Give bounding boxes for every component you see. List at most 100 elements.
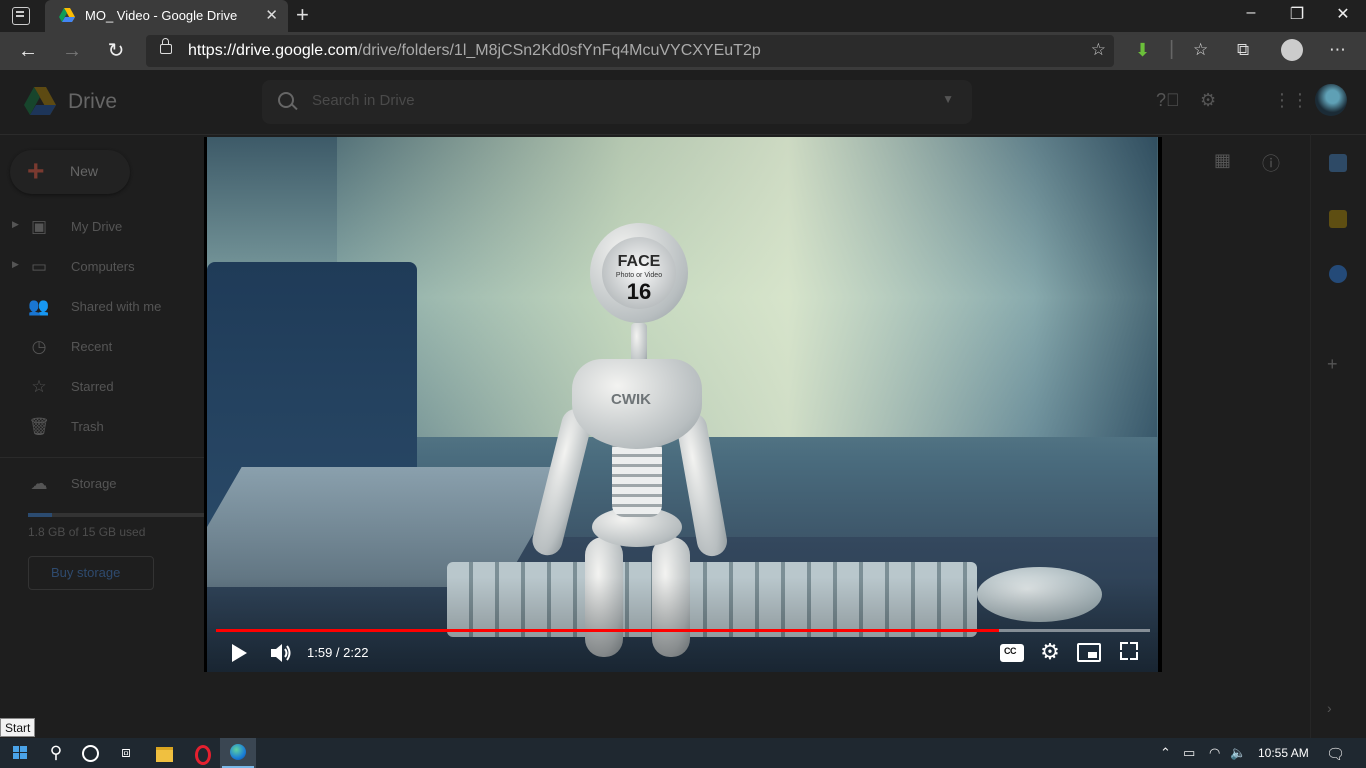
collections-icon[interactable]: ⧉ bbox=[1237, 40, 1249, 60]
url-path: /drive/folders/1l_M8jCSn2Kd0sfYnFq4McuVY… bbox=[357, 42, 761, 59]
close-window-button[interactable]: ✕ bbox=[1328, 4, 1358, 24]
taskbar-search-icon[interactable]: ⚲ bbox=[38, 738, 74, 768]
buy-storage-label: Buy storage bbox=[51, 565, 121, 580]
buy-storage-button[interactable]: Buy storage bbox=[28, 556, 154, 590]
new-button-label: New bbox=[70, 163, 99, 179]
volume-icon[interactable] bbox=[268, 640, 294, 666]
tab-actions-menu-icon[interactable] bbox=[12, 7, 30, 25]
expand-arrow-icon[interactable]: ▶ bbox=[12, 259, 19, 270]
browser-tab-bar: MO_ Video - Google Drive ✕ + – ❐ ✕ bbox=[0, 0, 1366, 32]
toolbar-divider: | bbox=[1169, 38, 1175, 60]
sidebar-item-label: Computers bbox=[71, 259, 135, 274]
new-button[interactable]: + New bbox=[10, 150, 130, 194]
favorites-icon[interactable]: ☆ bbox=[1193, 40, 1208, 60]
search-icon[interactable] bbox=[278, 92, 294, 108]
drive-app-name[interactable]: Drive bbox=[68, 90, 117, 114]
drive-search-box[interactable]: Search in Drive ▼ bbox=[262, 80, 972, 124]
url-host: https://drive.google.com bbox=[188, 42, 358, 59]
fullscreen-corner bbox=[1120, 652, 1128, 660]
robot-head-subtitle: Photo or Video bbox=[615, 272, 663, 279]
star-icon: ☆ bbox=[31, 377, 47, 396]
storage-bar-fill bbox=[28, 513, 52, 517]
restore-button[interactable]: ❐ bbox=[1282, 4, 1312, 24]
opera-icon[interactable] bbox=[184, 738, 220, 768]
calendar-icon[interactable] bbox=[1329, 154, 1347, 172]
robot-head-title: FACE bbox=[617, 253, 661, 270]
windows-taskbar: ⚲ ⧈ ⌃ ▭ ◠ 🔈 10:55 AM 🗨 bbox=[0, 738, 1366, 768]
sidebar-item-label: My Drive bbox=[71, 219, 123, 234]
robot-torso: CWIK bbox=[572, 359, 702, 449]
video-player[interactable]: CWIK FACE Photo or Video 16 1:59 / 2:22 … bbox=[204, 137, 1162, 672]
edge-icon[interactable] bbox=[220, 738, 256, 768]
storage-used-text: 1.8 GB of 15 GB used bbox=[28, 525, 146, 539]
play-icon[interactable] bbox=[228, 641, 252, 665]
grid-view-icon[interactable]: ▦ bbox=[1214, 150, 1231, 171]
new-tab-button[interactable]: + bbox=[296, 3, 309, 27]
speaker-icon[interactable]: 🔈 bbox=[1230, 745, 1246, 761]
video-settings-gear-icon[interactable]: ⚙ bbox=[1038, 640, 1062, 664]
storage-bar bbox=[28, 513, 228, 517]
drive-logo-icon[interactable] bbox=[24, 86, 56, 116]
robot-head: FACE Photo or Video 16 bbox=[590, 223, 688, 323]
drive-header: Drive Search in Drive ▼ ?⃝ ⚙ ⋮⋮⋮ bbox=[0, 70, 1366, 135]
help-icon[interactable]: ?⃝ bbox=[1156, 90, 1180, 111]
add-favorite-icon[interactable]: ☆ bbox=[1091, 40, 1106, 60]
back-arrow-icon[interactable]: ← bbox=[14, 37, 42, 65]
expand-arrow-icon[interactable]: ▶ bbox=[12, 219, 19, 230]
cortana-icon[interactable] bbox=[72, 738, 108, 768]
file-explorer-icon[interactable] bbox=[146, 738, 182, 768]
browser-tab[interactable]: MO_ Video - Google Drive ✕ bbox=[45, 0, 288, 32]
cc-icon: CC bbox=[1004, 646, 1017, 656]
fullscreen-corner bbox=[1130, 652, 1138, 660]
subtitles-cc-button[interactable]: CC bbox=[1000, 644, 1024, 662]
video-progress-bar[interactable] bbox=[216, 629, 1150, 632]
google-drive-favicon-icon bbox=[59, 8, 75, 22]
cloud-icon: ☁ bbox=[30, 474, 48, 493]
url-text[interactable]: https://drive.google.com/drive/folders/1… bbox=[188, 42, 761, 60]
settings-gear-icon[interactable]: ⚙ bbox=[1200, 90, 1216, 111]
forward-arrow-icon[interactable]: → bbox=[58, 37, 86, 65]
robot-head-number: 16 bbox=[626, 279, 652, 304]
sidebar-item-label: Shared with me bbox=[71, 299, 162, 314]
fullscreen-corner bbox=[1120, 642, 1128, 650]
more-options-icon[interactable]: ⋯ bbox=[1329, 40, 1346, 60]
clock-icon: ◷ bbox=[31, 337, 47, 356]
taskbar-clock[interactable]: 10:55 AM bbox=[1258, 746, 1309, 760]
battery-icon[interactable]: ▭ bbox=[1183, 745, 1195, 761]
sidebar-item-label: Recent bbox=[71, 339, 113, 354]
miniplayer-icon[interactable] bbox=[1077, 643, 1101, 662]
lock-icon[interactable] bbox=[160, 38, 172, 54]
browser-toolbar: ← → ↻ https://drive.google.com/drive/fol… bbox=[0, 32, 1366, 70]
search-options-icon[interactable]: ▼ bbox=[942, 92, 954, 106]
minimize-button[interactable]: – bbox=[1236, 4, 1266, 22]
tab-title: MO_ Video - Google Drive bbox=[85, 8, 238, 23]
refresh-icon[interactable]: ↻ bbox=[102, 37, 130, 65]
info-icon[interactable]: ⓘ bbox=[1262, 150, 1280, 176]
fullscreen-icon[interactable] bbox=[1120, 642, 1138, 660]
account-avatar[interactable] bbox=[1315, 84, 1347, 116]
download-extension-icon[interactable]: ⬇ bbox=[1135, 40, 1150, 61]
tab-close-icon[interactable]: ✕ bbox=[265, 6, 278, 24]
keep-icon[interactable] bbox=[1329, 210, 1347, 228]
video-progress-fill bbox=[216, 629, 999, 632]
robot-spine bbox=[612, 437, 662, 517]
task-view-icon[interactable]: ⧈ bbox=[108, 738, 144, 768]
profile-icon[interactable] bbox=[1281, 39, 1303, 61]
robot-torso-text: CWIK bbox=[611, 391, 651, 408]
fullscreen-corner bbox=[1130, 642, 1138, 650]
address-bar[interactable]: https://drive.google.com/drive/folders/1… bbox=[146, 35, 1114, 67]
sidebar-item-label: Storage bbox=[71, 476, 117, 491]
show-hidden-icons-icon[interactable]: ⌃ bbox=[1160, 745, 1171, 761]
side-apps-panel: + bbox=[1310, 134, 1366, 738]
computers-icon: ▭ bbox=[30, 257, 48, 276]
my-drive-icon: ▣ bbox=[30, 217, 48, 236]
shared-icon: 👥 bbox=[28, 297, 50, 316]
plus-icon: + bbox=[27, 155, 45, 188]
wifi-icon[interactable]: ◠ bbox=[1209, 745, 1220, 761]
windows-start-icon[interactable] bbox=[2, 738, 38, 768]
action-center-icon[interactable]: 🗨 bbox=[1326, 745, 1345, 763]
add-addon-icon[interactable]: + bbox=[1327, 354, 1338, 375]
search-input[interactable]: Search in Drive bbox=[312, 92, 415, 109]
tasks-icon[interactable] bbox=[1329, 265, 1347, 283]
robot-face-screen: FACE Photo or Video 16 bbox=[602, 237, 676, 309]
